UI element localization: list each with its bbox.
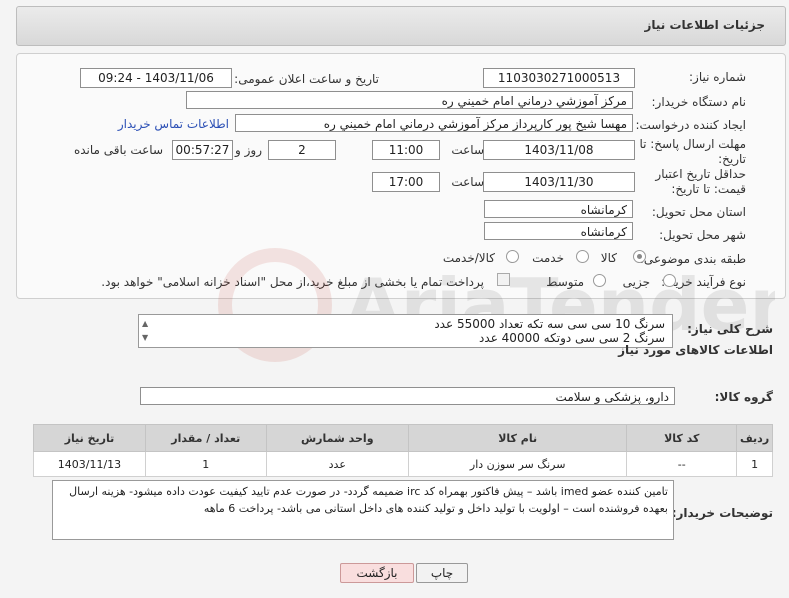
cell-name: سرنگ سر سوزن دار <box>407 451 628 477</box>
remaining-label: ساعت باقی مانده <box>73 143 163 157</box>
price-validity-time-label: ساعت <box>451 175 484 189</box>
need-number-field: 1103030271000513 <box>483 68 635 88</box>
process-medium-label: متوسط <box>546 275 584 289</box>
table-row: 1 -- سرنگ سر سوزن دار عدد 1 1403/11/13 <box>33 451 773 477</box>
goods-table-header: ردیف کد کالا نام کالا واحد شمارش تعداد /… <box>33 424 773 452</box>
back-button[interactable]: بازگشت <box>340 563 414 583</box>
remaining-time-field: 00:57:27 <box>172 140 233 160</box>
price-validity-label: حداقل تاریخ اعتبار قیمت: تا تاریخ: <box>655 167 746 196</box>
buyer-contact-link[interactable]: اطلاعات تماس خریدار <box>118 117 229 131</box>
description-line-1: سرنگ 10 سی سی سه تکه تعداد 55000 عدد <box>434 317 665 331</box>
treasury-checkbox[interactable] <box>497 273 510 286</box>
province-field: کرمانشاه <box>484 200 633 218</box>
creator-label: ایجاد کننده درخواست: <box>635 118 746 132</box>
province-label: استان محل تحویل: <box>651 205 746 219</box>
cell-date: 1403/11/13 <box>33 451 146 477</box>
buyer-org-label: نام دستگاه خریدار: <box>651 95 747 109</box>
goods-group-label: گروه کالا: <box>714 390 773 404</box>
buyer-org-field: مرکز آموزشي درماني امام خميني ره <box>186 91 633 109</box>
goods-group-field: دارو، پزشکی و سلامت <box>140 387 675 405</box>
cell-code: -- <box>626 451 738 477</box>
days-field: 2 <box>268 140 336 160</box>
page-title: جزئیات اطلاعات نیاز <box>644 18 765 32</box>
category-goods-radio[interactable] <box>633 250 646 263</box>
col-code: کد کالا <box>626 424 738 452</box>
deadline-time-field: 11:00 <box>372 140 440 160</box>
scroll-arrows-icon[interactable]: ▲ ▼ <box>142 317 148 345</box>
page-header: جزئیات اطلاعات نیاز <box>16 6 786 46</box>
col-index: ردیف <box>736 424 773 452</box>
deadline-label: مهلت ارسال پاسخ: تا تاریخ: <box>639 137 746 166</box>
buyer-notes-label: توضیحات خریدار: <box>671 506 773 520</box>
treasury-note: پرداخت تمام یا بخشی از مبلغ خرید،از محل … <box>101 275 484 289</box>
description-textarea[interactable]: سرنگ 10 سی سی سه تکه تعداد 55000 عدد سرن… <box>138 314 673 348</box>
days-label: روز و <box>235 143 262 157</box>
description-line-2: سرنگ 2 سی سی دوتکه 40000 عدد <box>479 331 665 345</box>
cell-index: 1 <box>736 451 773 477</box>
category-service-radio[interactable] <box>576 250 589 263</box>
print-button[interactable]: چاپ <box>416 563 468 583</box>
col-name: نام کالا <box>407 424 628 452</box>
deadline-time-label: ساعت <box>451 143 484 157</box>
deadline-date-field: 1403/11/08 <box>483 140 635 160</box>
description-label: شرح کلی نیاز: <box>687 322 773 336</box>
announce-datetime-field: 1403/11/06 - 09:24 <box>80 68 232 88</box>
process-minor-label: جزیی <box>622 275 650 289</box>
col-date: تاریخ نیاز <box>33 424 146 452</box>
price-validity-date-field: 1403/11/30 <box>483 172 635 192</box>
buyer-notes-textarea[interactable]: تامین کننده عضو imed باشد – پیش فاکتور ب… <box>52 480 674 540</box>
goods-table: ردیف کد کالا نام کالا واحد شمارش تعداد /… <box>33 424 773 477</box>
announce-label: تاریخ و ساعت اعلان عمومی: <box>234 72 379 86</box>
category-label: طبقه بندی موضوعی: <box>639 252 746 266</box>
city-label: شهر محل تحویل: <box>659 228 746 242</box>
goods-section-title: اطلاعات کالاهای مورد نیاز <box>618 343 773 357</box>
col-qty: تعداد / مقدار <box>144 424 267 452</box>
price-validity-time-field: 17:00 <box>372 172 440 192</box>
process-medium-radio[interactable] <box>593 274 606 287</box>
city-field: کرمانشاه <box>484 222 633 240</box>
cell-qty: 1 <box>144 451 267 477</box>
category-goods-service-radio[interactable] <box>506 250 519 263</box>
category-service-label: خدمت <box>532 251 564 265</box>
col-unit: واحد شمارش <box>265 424 409 452</box>
process-minor-radio[interactable] <box>663 274 676 287</box>
category-goods-label: کالا <box>600 251 617 265</box>
need-number-label: شماره نیاز: <box>689 70 746 84</box>
category-goods-service-label: کالا/خدمت <box>442 251 495 265</box>
cell-unit: عدد <box>265 451 409 477</box>
creator-field: مهسا شيخ پور كارپرداز مرکز آموزشي درماني… <box>235 114 633 132</box>
